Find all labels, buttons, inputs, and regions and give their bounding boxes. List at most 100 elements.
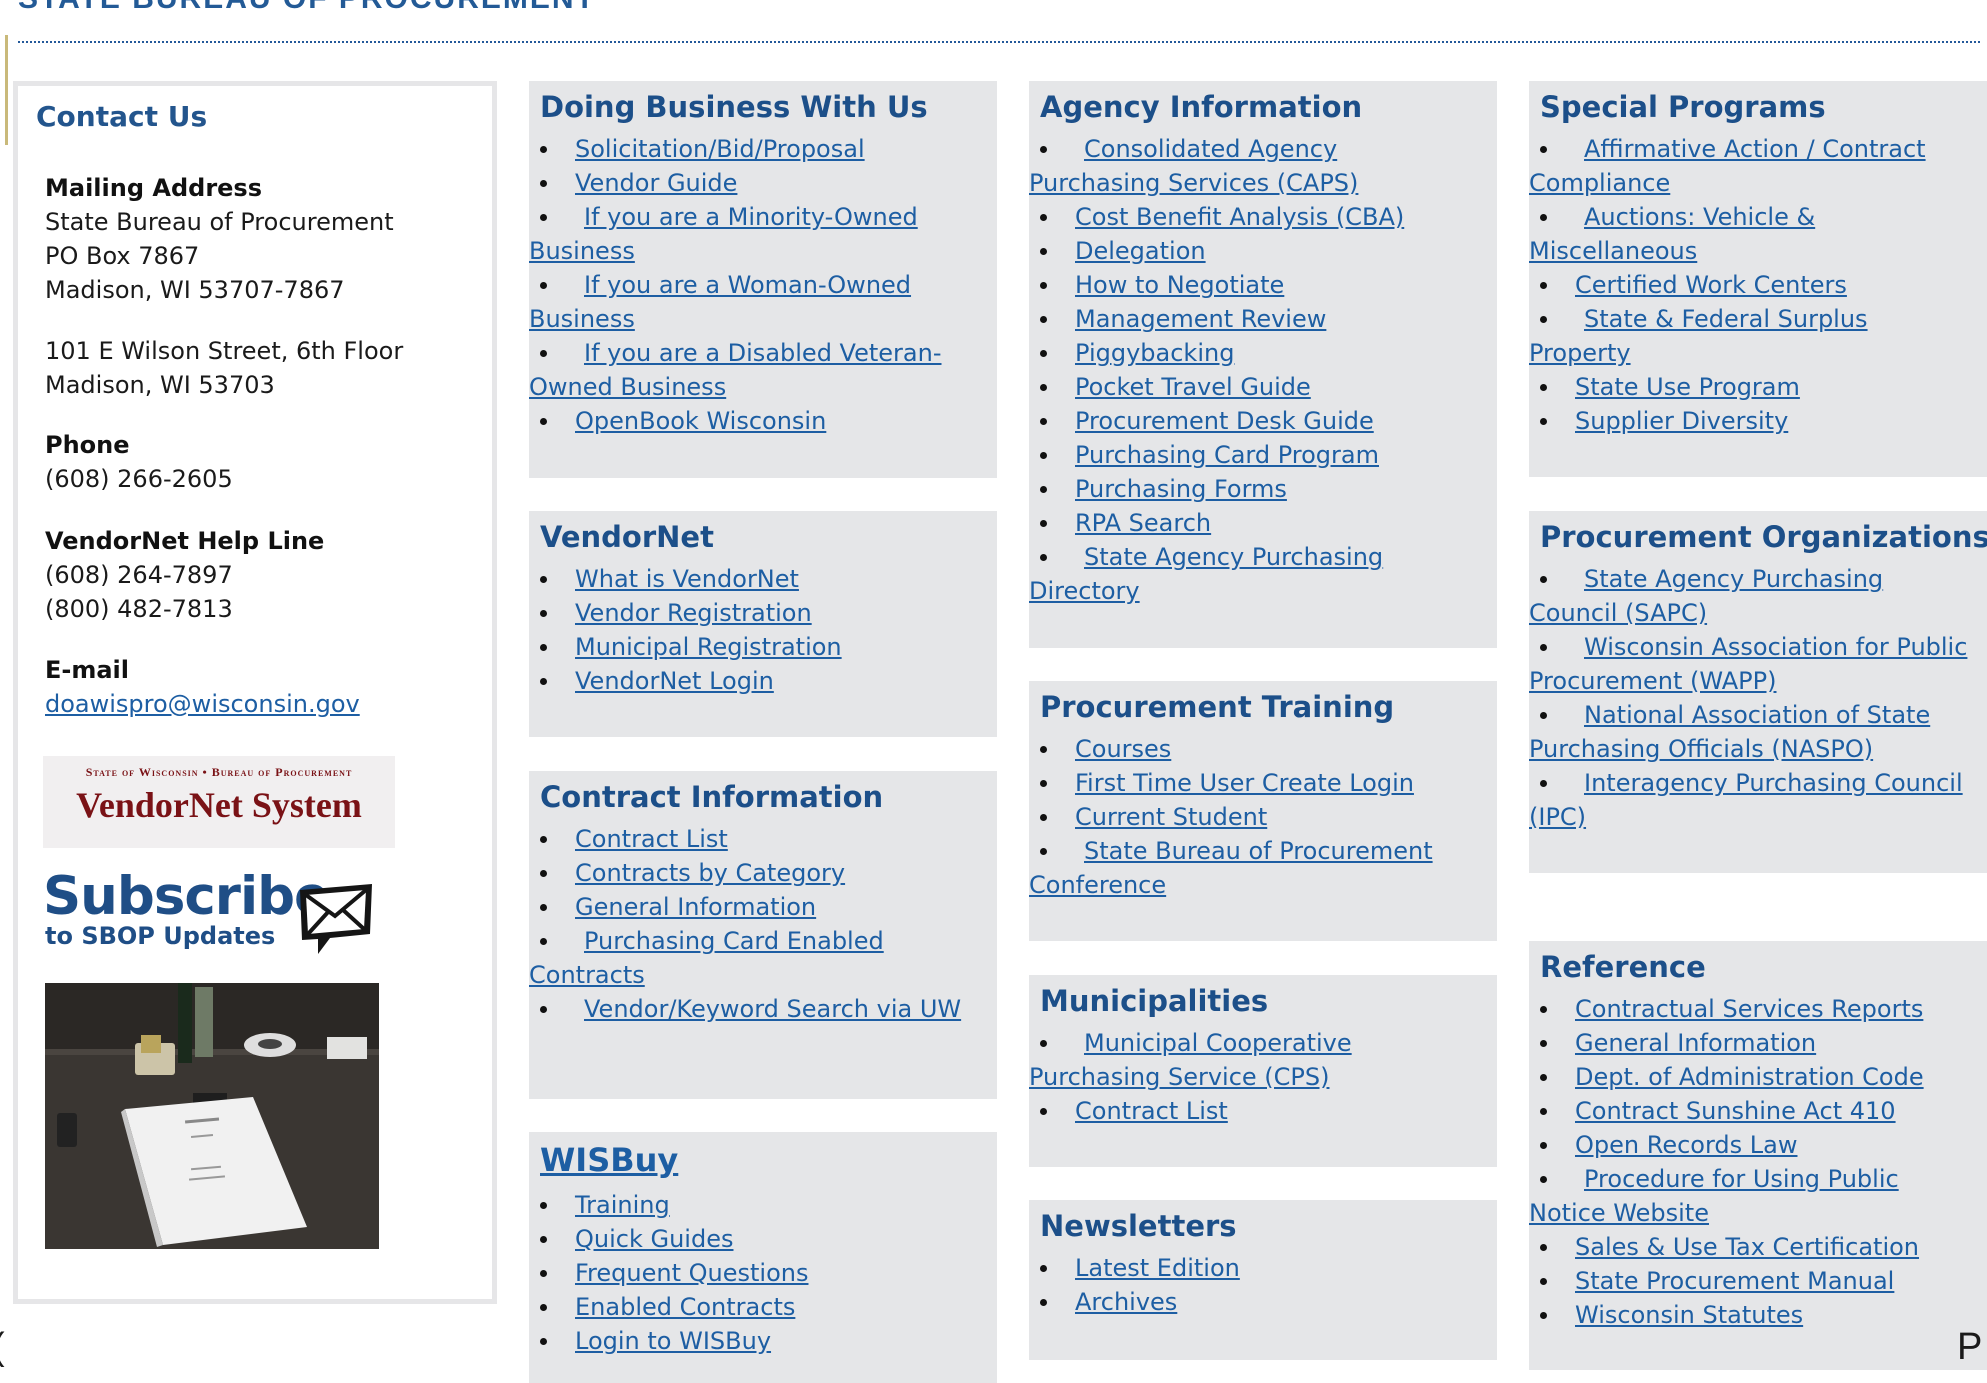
link[interactable]: Quick Guides <box>575 1225 733 1253</box>
vendornet-system-banner[interactable]: State of Wisconsin • Bureau of Procureme… <box>43 756 395 848</box>
link[interactable]: If you are a Woman-Owned Business <box>529 271 911 333</box>
list-item: Affirmative Action / Contract Compliance <box>1529 132 1975 200</box>
list-item: Vendor Guide <box>540 166 975 200</box>
link[interactable]: State Bureau of Procurement Conference <box>1029 837 1433 899</box>
phone-number: (608) 266-2605 <box>45 465 233 493</box>
link[interactable]: Certified Work Centers <box>1575 271 1847 299</box>
list-item: Procedure for Using Public Notice Websit… <box>1529 1162 1975 1230</box>
link[interactable]: General Information <box>575 893 816 921</box>
link[interactable]: Vendor Registration <box>575 599 812 627</box>
mailing-line: State Bureau of Procurement <box>45 208 394 236</box>
list-item: Contract List <box>1040 1094 1475 1128</box>
list-item: Solicitation/Bid/Proposal <box>540 132 975 166</box>
link[interactable]: General Information <box>1575 1029 1816 1057</box>
link[interactable]: Auctions: Vehicle & Miscellaneous <box>1529 203 1815 265</box>
link[interactable]: State Agency Purchasing Directory <box>1029 543 1383 605</box>
link[interactable]: Archives <box>1075 1288 1177 1316</box>
panel-municipalities: Municipalities Municipal Cooperative Pur… <box>1029 975 1497 1167</box>
wisbuy-title-link[interactable]: WISBuy <box>540 1141 678 1179</box>
link[interactable]: State Use Program <box>1575 373 1800 401</box>
list-item: Purchasing Forms <box>1040 472 1475 506</box>
panel-procurement-training: Procurement Training Courses First Time … <box>1029 681 1497 941</box>
link[interactable]: Management Review <box>1075 305 1326 333</box>
link-list: State Agency Purchasing Council (SAPC) W… <box>1529 562 1975 834</box>
list-item: Procurement Desk Guide <box>1040 404 1475 438</box>
link[interactable]: VendorNet Login <box>575 667 774 695</box>
link[interactable]: Sales & Use Tax Certification <box>1575 1233 1919 1261</box>
link[interactable]: Wisconsin Association for Public Procure… <box>1529 633 1967 695</box>
link[interactable]: RPA Search <box>1075 509 1211 537</box>
link[interactable]: Vendor/Keyword Search via UW <box>584 995 961 1023</box>
link[interactable]: Frequent Questions <box>575 1259 808 1287</box>
link[interactable]: Cost Benefit Analysis (CBA) <box>1075 203 1404 231</box>
link[interactable]: Wisconsin Statutes <box>1575 1301 1803 1329</box>
list-item: General Information <box>1540 1026 1975 1060</box>
link[interactable]: Piggybacking <box>1075 339 1234 367</box>
list-item: VendorNet Login <box>540 664 975 698</box>
desk-photo-image <box>45 983 379 1249</box>
link[interactable]: Contract Sunshine Act 410 <box>1575 1097 1896 1125</box>
link[interactable]: Latest Edition <box>1075 1254 1240 1282</box>
list-item: Vendor Registration <box>540 596 975 630</box>
link[interactable]: Training <box>575 1191 670 1219</box>
link-list: Consolidated Agency Purchasing Services … <box>1029 132 1475 608</box>
link[interactable]: Delegation <box>1075 237 1206 265</box>
panel-title: Special Programs <box>1540 90 1826 124</box>
list-item: Auctions: Vehicle & Miscellaneous <box>1529 200 1975 268</box>
link[interactable]: Municipal Registration <box>575 633 842 661</box>
link[interactable]: Procedure for Using Public Notice Websit… <box>1529 1165 1899 1227</box>
list-item: Latest Edition <box>1040 1251 1475 1285</box>
link[interactable]: Contractual Services Reports <box>1575 995 1923 1023</box>
helpline-number: (608) 264-7897 <box>45 561 233 589</box>
link[interactable]: Contract List <box>1075 1097 1228 1125</box>
link[interactable]: Procurement Desk Guide <box>1075 407 1374 435</box>
link[interactable]: Pocket Travel Guide <box>1075 373 1311 401</box>
link[interactable]: Vendor Guide <box>575 169 737 197</box>
link[interactable]: How to Negotiate <box>1075 271 1284 299</box>
link[interactable]: Affirmative Action / Contract Compliance <box>1529 135 1926 197</box>
link[interactable]: Consolidated Agency Purchasing Services … <box>1029 135 1358 197</box>
link[interactable]: Purchasing Forms <box>1075 475 1287 503</box>
link[interactable]: Open Records Law <box>1575 1131 1798 1159</box>
link[interactable]: First Time User Create Login <box>1075 769 1414 797</box>
link[interactable]: Solicitation/Bid/Proposal <box>575 135 865 163</box>
link[interactable]: Login to WISBuy <box>575 1327 771 1355</box>
list-item: State Use Program <box>1540 370 1975 404</box>
link[interactable]: Dept. of Administration Code <box>1575 1063 1924 1091</box>
panel-title: Procurement Training <box>1040 690 1395 724</box>
vendornet-banner-title: VendorNet System <box>76 785 362 825</box>
left-accent-bar <box>5 35 8 145</box>
link[interactable]: What is VendorNet <box>575 565 799 593</box>
panel-agency-information: Agency Information Consolidated Agency P… <box>1029 81 1497 648</box>
link[interactable]: Courses <box>1075 735 1171 763</box>
mailing-address-label: Mailing Address <box>45 174 262 202</box>
link[interactable]: National Association of State Purchasing… <box>1529 701 1930 763</box>
link[interactable]: Supplier Diversity <box>1575 407 1788 435</box>
link[interactable]: Contracts by Category <box>575 859 845 887</box>
link[interactable]: State Procurement Manual <box>1575 1267 1894 1295</box>
email-link[interactable]: doawispro@wisconsin.gov <box>45 690 360 718</box>
link[interactable]: State & Federal Surplus Property <box>1529 305 1868 367</box>
link[interactable]: Enabled Contracts <box>575 1293 795 1321</box>
helpline-number: (800) 482-7813 <box>45 595 233 623</box>
subscribe-title: Subscribe <box>43 866 330 927</box>
link[interactable]: OpenBook Wisconsin <box>575 407 826 435</box>
list-item: If you are a Woman-Owned Business <box>529 268 975 336</box>
subscribe-banner[interactable]: Subscribe to SBOP Updates <box>43 866 383 972</box>
link-list: Affirmative Action / Contract Compliance… <box>1529 132 1975 438</box>
link[interactable]: Current Student <box>1075 803 1267 831</box>
link[interactable]: Interagency Purchasing Council (IPC) <box>1529 769 1963 831</box>
link-list: What is VendorNet Vendor Registration Mu… <box>540 562 975 698</box>
link[interactable]: If you are a Disabled Veteran-Owned Busi… <box>529 339 942 401</box>
link[interactable]: Purchasing Card Program <box>1075 441 1379 469</box>
list-item: Supplier Diversity <box>1540 404 1975 438</box>
link[interactable]: If you are a Minority-Owned Business <box>529 203 918 265</box>
link[interactable]: State Agency Purchasing Council (SAPC) <box>1529 565 1883 627</box>
list-item: Archives <box>1040 1285 1475 1319</box>
list-item: RPA Search <box>1040 506 1475 540</box>
link[interactable]: Municipal Cooperative Purchasing Service… <box>1029 1029 1352 1091</box>
link[interactable]: Contract List <box>575 825 728 853</box>
panel-procurement-organizations: Procurement Organizations State Agency P… <box>1529 511 1987 873</box>
list-item: Dept. of Administration Code <box>1540 1060 1975 1094</box>
link[interactable]: Purchasing Card Enabled Contracts <box>529 927 884 989</box>
